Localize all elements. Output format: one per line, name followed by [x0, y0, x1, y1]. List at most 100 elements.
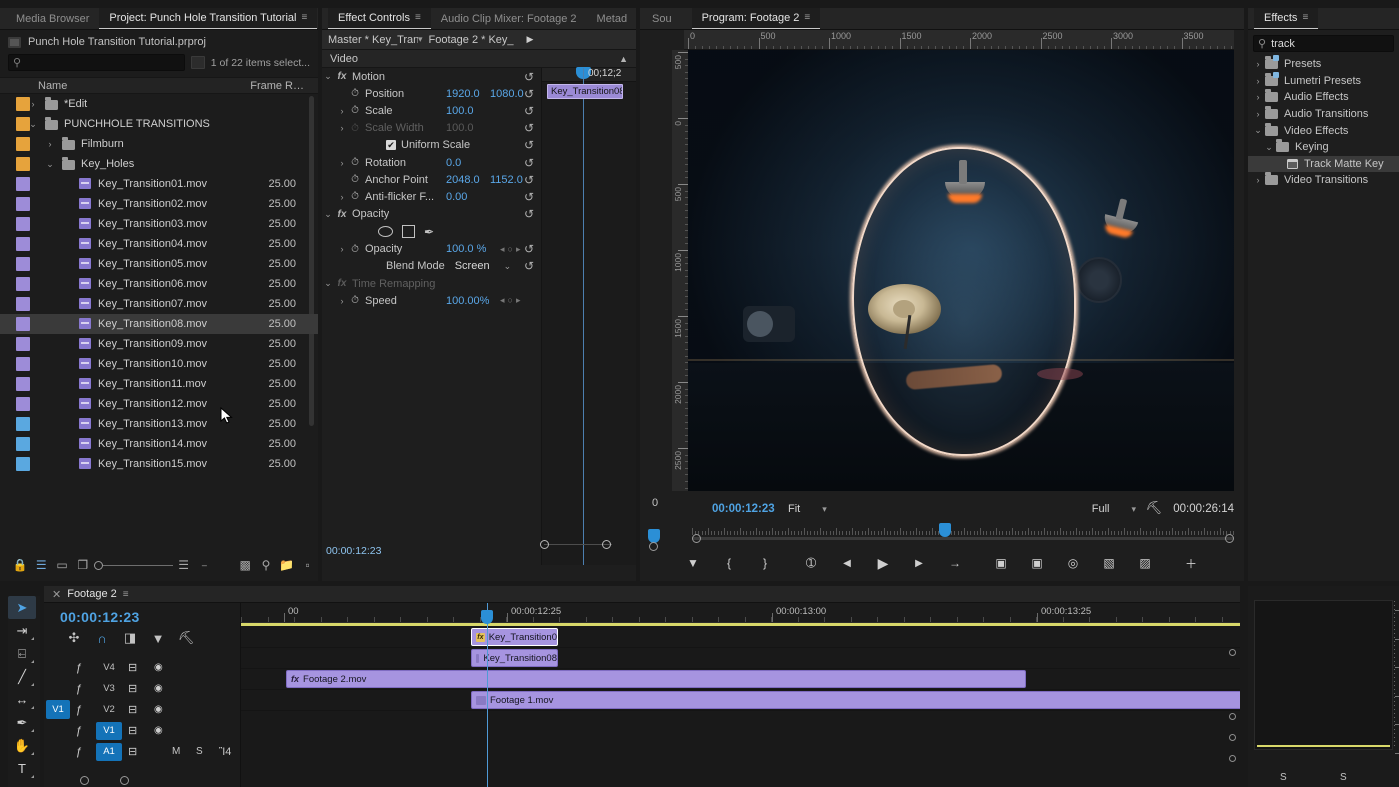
reset-parameter-icon[interactable]: ↺ [524, 207, 534, 221]
bin-folder-row[interactable]: ›*Edit [0, 94, 318, 114]
ec-collapse-icon[interactable]: ▲ [619, 54, 628, 64]
track-visibility-eye-icon[interactable]: ◉ [154, 725, 163, 736]
ec-property-value[interactable]: 100.00% [446, 295, 496, 307]
bin-clip-row[interactable]: Key_Transition11.mov25.00 [0, 374, 318, 394]
project-bin-list[interactable]: ›*Edit⌄PUNCHHOLE TRANSITIONS›Filmburn⌄Ke… [0, 94, 318, 476]
ec-property-value[interactable]: 0.0 [446, 157, 496, 169]
sync-lock-icon[interactable]: ⊟ [128, 661, 137, 674]
timeline-track-lane[interactable]: fxFootage 2.mov [241, 669, 1240, 690]
bin-clip-row[interactable]: Key_Transition07.mov25.00 [0, 294, 318, 314]
ec-effect-header[interactable]: ⌄fxMotion↺ [322, 68, 540, 85]
timeline-time-ruler[interactable]: 0000:00:12:2500:00:13:0000:00:13:25 [241, 603, 1240, 623]
go-to-in-icon[interactable]: ➀ [800, 553, 822, 573]
program-left-handle-icon[interactable] [649, 542, 658, 551]
toggle-animation-stopwatch-icon[interactable]: ⏱ [348, 295, 362, 306]
program-scrub-track[interactable] [692, 537, 1234, 540]
program-out-handle[interactable] [1225, 534, 1234, 543]
timeline-sequence-name[interactable]: Footage 2 [67, 588, 117, 600]
toggle-animation-stopwatch-icon[interactable]: ⏱ [348, 174, 362, 185]
snap-magnet-icon[interactable]: ∩ [88, 628, 116, 648]
chevron-right-icon[interactable]: › [1251, 175, 1265, 185]
timeline-track-lane[interactable]: Key_Transition08 [241, 648, 1240, 669]
bin-clip-row[interactable]: Key_Transition13.mov25.00 [0, 414, 318, 434]
sort-dash-icon[interactable]: – [194, 555, 215, 575]
sync-lock-icon[interactable]: ⊟ [128, 724, 137, 737]
program-horizontal-ruler[interactable]: 0500100015002000250030003500 [684, 30, 1234, 50]
bin-clip-row[interactable]: Key_Transition08.mov25.00 [0, 314, 318, 334]
freeform-view-icon[interactable]: ❐ [72, 555, 93, 575]
bin-clip-row[interactable]: Key_Transition01.mov25.00 [0, 174, 318, 194]
timeline-track-lane[interactable]: Footage 1.mov [241, 690, 1240, 711]
bin-clip-row[interactable]: Key_Transition03.mov25.00 [0, 214, 318, 234]
chevron-right-icon[interactable]: › [45, 139, 55, 149]
reset-parameter-icon[interactable]: ↺ [524, 70, 534, 84]
toggle-animation-stopwatch-icon[interactable]: ⏱ [348, 191, 362, 202]
track-solo-button[interactable]: S [196, 746, 203, 757]
track-name-V2[interactable]: V2 [96, 701, 122, 719]
track-lock-icon[interactable]: ƒ [76, 725, 82, 737]
ec-property-row[interactable]: ›⏱Scale100.0↺ [322, 102, 540, 119]
effect-controls-menu-icon[interactable]: ≡ [415, 12, 421, 23]
align-icon[interactable]: ✣ [60, 628, 88, 648]
hand-tool-icon[interactable]: ✋ [8, 734, 36, 757]
track-lock-icon[interactable]: ƒ [76, 746, 82, 758]
timeline-playhead-handle[interactable] [481, 610, 493, 624]
lock-icon[interactable]: 🔒 [10, 555, 31, 575]
go-to-out-icon[interactable]: → [944, 553, 966, 573]
ec-property-row[interactable]: ›⏱Scale Width100.0↺ [322, 120, 540, 137]
program-vertical-ruler[interactable]: 50005001000150020002500 [672, 50, 688, 491]
keyframe-nav-controls[interactable]: ◂○▸ [500, 295, 523, 306]
pen-tool-icon[interactable]: ✒ [8, 711, 36, 734]
track-name-V3[interactable]: V3 [96, 680, 122, 698]
filmstrip-icon[interactable]: ▩ [235, 555, 256, 575]
track-lock-icon[interactable]: ƒ [76, 704, 82, 716]
ec-timeline-ruler[interactable]: 00;12;2 [542, 68, 636, 82]
uniform-scale-checkbox[interactable]: ✔ [386, 140, 396, 150]
track-name-V1[interactable]: V1 [96, 722, 122, 740]
tab-project[interactable]: Project: Punch Hole Transition Tutorial … [99, 8, 317, 30]
add-marker-icon[interactable]: ▼ [144, 628, 172, 648]
ec-footer-timecode[interactable]: 00:00:12:23 [326, 545, 381, 557]
project-panel-menu-icon[interactable]: ≡ [301, 12, 307, 23]
ec-property-value[interactable]: 0.00 [446, 191, 496, 203]
new-item-icon[interactable]: ▫ [297, 555, 318, 575]
ec-zoom-knob-left[interactable] [540, 540, 549, 549]
ec-clip-chip[interactable]: Key_Transition08 [547, 84, 623, 99]
chevron-down-icon[interactable]: ⌄ [28, 119, 38, 130]
effects-tree-item[interactable]: ›Presets [1248, 56, 1399, 73]
ec-property-row[interactable]: ✔Uniform Scale↺ [322, 137, 540, 154]
chevron-right-icon[interactable]: › [336, 244, 348, 254]
column-header-name[interactable]: Name [0, 80, 67, 92]
ripple-edit-icon[interactable]: ⍇ [8, 642, 36, 665]
tab-metadata[interactable]: Metad [587, 8, 636, 30]
timeline-clip[interactable]: fxFootage 2.mov [286, 670, 1026, 688]
chevron-right-icon[interactable]: › [1251, 92, 1265, 102]
button-editor-icon[interactable]: ＋ [1180, 553, 1202, 573]
timeline-row-handle-3[interactable] [1229, 734, 1236, 741]
timeline-row-handle-4[interactable] [1229, 755, 1236, 762]
chevron-right-icon[interactable]: › [1251, 109, 1265, 119]
rolling-edit-icon[interactable]: ╱ [8, 665, 36, 688]
ec-master-label[interactable]: Master * Key_Transit... [322, 34, 418, 46]
reset-parameter-icon[interactable]: ↺ [524, 259, 534, 273]
step-back-icon[interactable]: ◀ [836, 553, 858, 573]
ec-property-value[interactable]: 100.0 [446, 105, 496, 117]
ec-sequence-label[interactable]: Footage 2 * Key_ [423, 34, 527, 46]
sort-icon[interactable]: ☰ [173, 555, 194, 575]
toggle-animation-stopwatch-icon[interactable]: ⏱ [348, 157, 362, 168]
audio-solo-button-left[interactable]: S [1280, 772, 1287, 783]
linked-selection-icon[interactable]: ◨ [116, 628, 144, 648]
timeline-row-handle-2[interactable] [1229, 713, 1236, 720]
project-searchbox[interactable]: ⚲ [8, 54, 185, 71]
toggle-animation-stopwatch-icon[interactable]: ⏱ [348, 105, 362, 116]
bin-clip-row[interactable]: Key_Transition15.mov25.00 [0, 454, 318, 474]
type-tool-icon[interactable]: T [8, 757, 36, 780]
ec-property-row[interactable]: ›⏱Anti-flicker F...0.00↺ [322, 188, 540, 205]
chevron-right-icon[interactable]: › [336, 123, 348, 133]
chevron-down-icon[interactable]: ⌄ [45, 159, 55, 170]
bin-clip-row[interactable]: Key_Transition12.mov25.00 [0, 394, 318, 414]
bin-folder-row[interactable]: ⌄Key_Holes [0, 154, 318, 174]
sync-lock-icon[interactable]: ⊟ [128, 703, 137, 716]
effects-tree-item[interactable]: ›Audio Effects [1248, 89, 1399, 106]
reset-parameter-icon[interactable]: ↺ [524, 138, 534, 152]
